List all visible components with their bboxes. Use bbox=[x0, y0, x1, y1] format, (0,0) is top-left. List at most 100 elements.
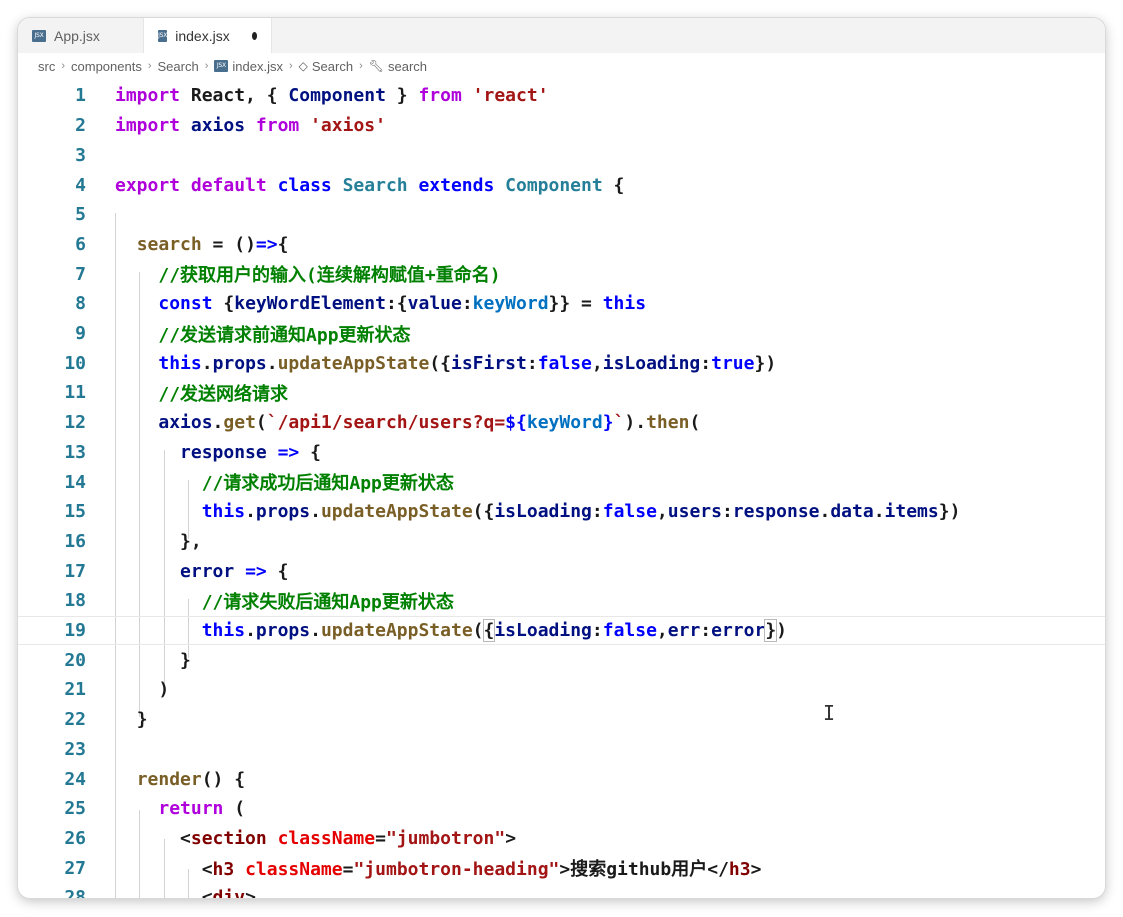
code-line[interactable]: 21 ) bbox=[18, 675, 1105, 705]
code-text: export default class Search extends Comp… bbox=[115, 175, 624, 196]
code-line[interactable]: 2 import axios from 'axios' bbox=[18, 111, 1105, 141]
jsx-file-icon: JSX bbox=[158, 29, 167, 42]
code-token: render bbox=[136, 768, 202, 790]
line-number: 11 bbox=[64, 382, 86, 404]
code-line[interactable]: 3 bbox=[18, 141, 1105, 171]
code-line[interactable]: 14 //请求成功后通知App更新状态 bbox=[18, 467, 1105, 497]
code-token: extends bbox=[418, 174, 506, 196]
code-token: ( bbox=[255, 412, 267, 434]
code-token: => bbox=[245, 560, 267, 582]
code-token: : bbox=[700, 352, 712, 374]
breadcrumb-item-class[interactable]: Search bbox=[312, 59, 353, 74]
code-line[interactable]: 17 error => { bbox=[18, 556, 1105, 586]
code-token: updateAppState bbox=[277, 352, 430, 374]
breadcrumb-item-src[interactable]: src bbox=[38, 59, 55, 74]
code-line[interactable]: 20 } bbox=[18, 645, 1105, 675]
chevron-right-icon: › bbox=[288, 60, 293, 72]
code-token: : bbox=[700, 620, 712, 642]
code-line[interactable]: 27 <h3 className="jumbotron-heading">搜索g… bbox=[18, 853, 1105, 883]
line-number: 18 bbox=[64, 590, 86, 612]
code-token: this bbox=[201, 620, 246, 642]
line-number: 22 bbox=[64, 709, 86, 731]
code-line[interactable]: 19 this.props.updateAppState({isLoading:… bbox=[18, 615, 1105, 646]
code-line[interactable]: 25 return ( bbox=[18, 794, 1105, 824]
code-token: } bbox=[136, 709, 148, 731]
breadcrumb-item-method[interactable]: search bbox=[388, 59, 427, 74]
code-text: this.props.updateAppState({isFirst:false… bbox=[115, 353, 776, 374]
line-number: 1 bbox=[75, 85, 86, 107]
breadcrumb-item-components[interactable]: components bbox=[71, 59, 142, 74]
code-line[interactable]: 15 this.props.updateAppState({isLoading:… bbox=[18, 497, 1105, 527]
code-line[interactable]: 24 render() { bbox=[18, 764, 1105, 794]
code-line[interactable]: 7 //获取用户的输入(连续解构赋值+重命名) bbox=[18, 259, 1105, 289]
code-text: <div> bbox=[115, 887, 256, 898]
code-text: } bbox=[115, 650, 191, 671]
code-token: users bbox=[667, 501, 722, 523]
code-line[interactable]: 11 //发送网络请求 bbox=[18, 378, 1105, 408]
code-token: . bbox=[310, 620, 321, 642]
code-line[interactable]: 9 //发送请求前通知App更新状态 bbox=[18, 319, 1105, 349]
tab-index-jsx[interactable]: JSX index.jsx bbox=[144, 18, 272, 53]
code-token: () { bbox=[201, 768, 246, 790]
line-number: 8 bbox=[75, 293, 86, 315]
code-line[interactable]: 16 }, bbox=[18, 527, 1105, 557]
code-token: React, { bbox=[190, 85, 289, 107]
breadcrumb-item-file[interactable]: index.jsx bbox=[232, 59, 283, 74]
code-line[interactable]: 23 bbox=[18, 735, 1105, 765]
code-token: { bbox=[266, 560, 289, 582]
code-token: Search bbox=[342, 174, 419, 196]
code-token: = bbox=[342, 859, 354, 881]
code-token: export bbox=[115, 174, 191, 196]
code-token: //获取用户的输入(连续解构赋值+重命名) bbox=[158, 265, 501, 287]
breadcrumb-item-search-folder[interactable]: Search bbox=[158, 59, 199, 74]
code-token: < bbox=[180, 827, 191, 849]
code-token: } bbox=[602, 412, 614, 434]
code-line[interactable]: 18 //请求失败后通知App更新状态 bbox=[18, 586, 1105, 616]
tab-label: index.jsx bbox=[175, 27, 230, 44]
code-token: ` bbox=[613, 412, 625, 434]
code-line[interactable]: 13 response => { bbox=[18, 438, 1105, 468]
code-line[interactable]: 22 } bbox=[18, 705, 1105, 735]
code-token: ) bbox=[158, 679, 170, 701]
code-line[interactable]: 26 <section className="jumbotron"> bbox=[18, 824, 1105, 854]
code-line[interactable]: 1 import React, { Component } from 'react… bbox=[18, 81, 1105, 111]
tab-app-jsx[interactable]: JSX App.jsx bbox=[18, 18, 144, 53]
code-token: } bbox=[764, 619, 778, 643]
code-line[interactable]: 4 export default class Search extends Com… bbox=[18, 170, 1105, 200]
line-number: 16 bbox=[64, 530, 86, 552]
code-editor[interactable]: 1 import React, { Component } from 'react… bbox=[18, 79, 1105, 898]
code-token: this bbox=[201, 501, 246, 523]
code-token: from bbox=[255, 115, 300, 137]
code-line[interactable]: 28 <div> bbox=[18, 883, 1105, 898]
code-line[interactable]: 6 search = ()=>{ bbox=[18, 230, 1105, 260]
line-number: 21 bbox=[64, 679, 86, 701]
code-token: { bbox=[277, 233, 289, 255]
code-token: . bbox=[212, 412, 224, 434]
code-text: error => { bbox=[115, 561, 288, 582]
code-token: //请求成功后通知App更新状态 bbox=[201, 473, 454, 495]
code-token: = bbox=[375, 827, 386, 849]
line-number: 20 bbox=[64, 649, 86, 671]
code-token: }) bbox=[938, 501, 961, 523]
code-line[interactable]: 10 this.props.updateAppState({isFirst:fa… bbox=[18, 348, 1105, 378]
code-token: keyWordElement bbox=[234, 293, 386, 315]
code-token: data bbox=[830, 501, 874, 523]
unsaved-dot-icon[interactable] bbox=[251, 31, 257, 40]
code-token: props bbox=[212, 352, 267, 374]
code-token: "jumbotron-heading" bbox=[353, 859, 560, 881]
code-token: props bbox=[255, 620, 311, 642]
code-line[interactable]: 8 const {keyWordElement:{value:keyWord}}… bbox=[18, 289, 1105, 319]
chevron-right-icon: › bbox=[204, 60, 209, 72]
code-token: : bbox=[526, 352, 538, 374]
code-line[interactable]: 12 axios.get(`/api1/search/users?q=${key… bbox=[18, 408, 1105, 438]
code-text: this.props.updateAppState({isLoading:fal… bbox=[115, 501, 961, 523]
code-line[interactable]: 5 bbox=[18, 200, 1105, 230]
